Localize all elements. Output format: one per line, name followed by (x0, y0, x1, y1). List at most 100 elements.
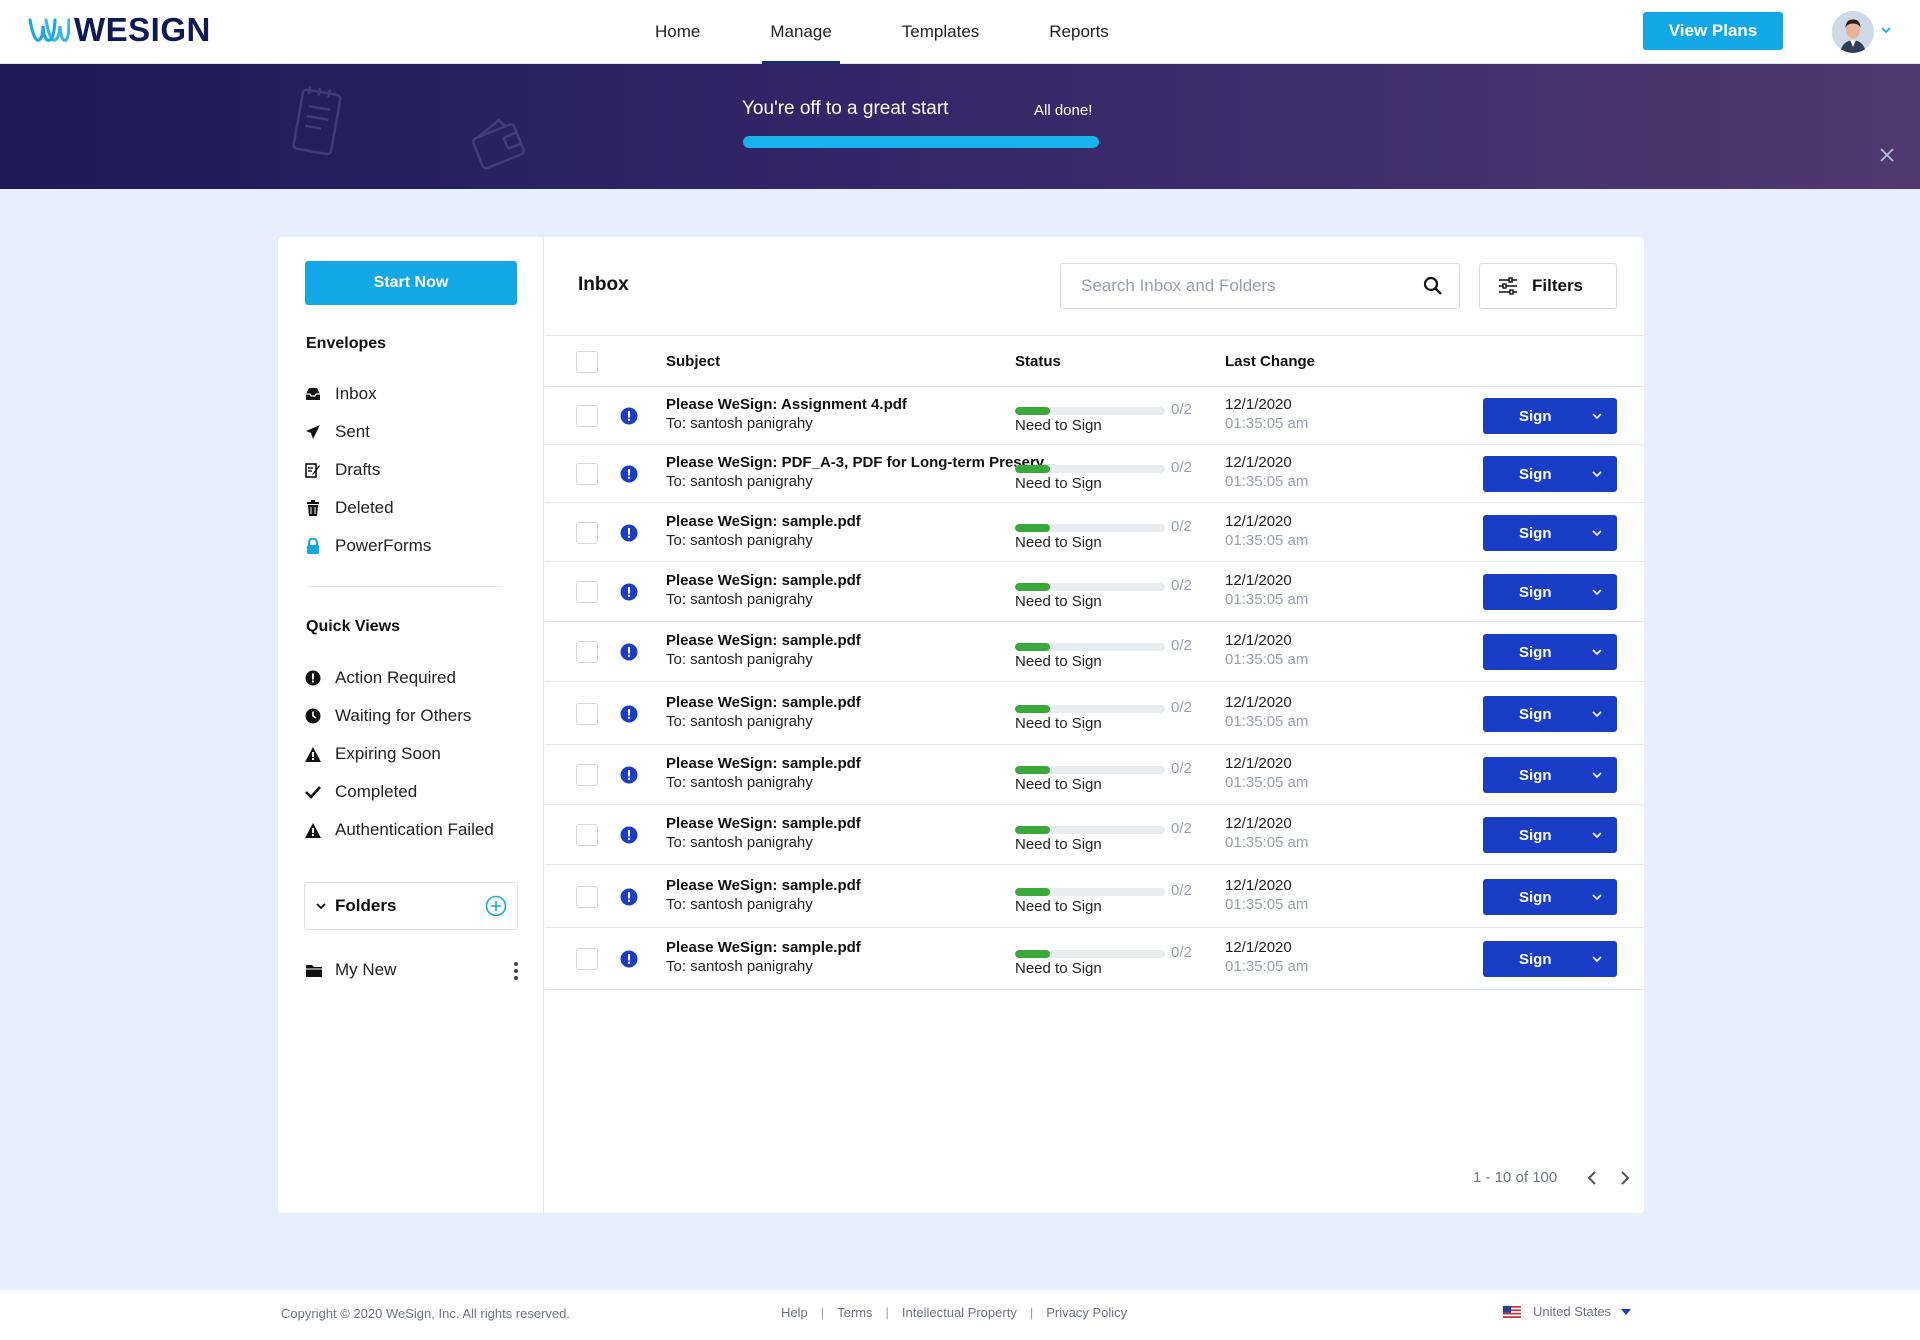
column-header-last-change[interactable]: Last Change (1225, 353, 1315, 370)
table-row[interactable]: Please WeSign: sample.pdf To: santosh pan… (545, 745, 1644, 805)
more-options-icon[interactable] (513, 961, 519, 981)
row-checkbox[interactable] (576, 641, 598, 663)
row-checkbox[interactable] (576, 581, 598, 603)
footer-link-help[interactable]: Help (781, 1305, 808, 1320)
footer-link-intellectual-property[interactable]: Intellectual Property (902, 1305, 1017, 1320)
row-checkbox[interactable] (576, 703, 598, 725)
quick-view-action-required[interactable]: Action Required (305, 659, 525, 697)
envelope-subject[interactable]: Please WeSign: sample.pdf (666, 939, 861, 956)
chevron-left-icon[interactable] (1583, 1168, 1603, 1188)
sign-button[interactable]: Sign (1483, 634, 1617, 670)
user-avatar[interactable] (1832, 11, 1874, 53)
envelope-subject[interactable]: Please WeSign: Assignment 4.pdf (666, 396, 907, 413)
sidebar-item-deleted[interactable]: Deleted (305, 489, 525, 527)
chevron-down-icon[interactable] (1591, 468, 1603, 480)
quick-view-completed[interactable]: Completed (305, 773, 525, 811)
chevron-down-icon[interactable] (315, 900, 327, 912)
folders-header[interactable]: Folders (304, 882, 518, 930)
sign-button[interactable]: Sign (1483, 398, 1617, 434)
sidebar-item-sent[interactable]: Sent (305, 413, 525, 451)
row-checkbox[interactable] (576, 463, 598, 485)
add-folder-icon[interactable] (485, 895, 507, 917)
row-checkbox[interactable] (576, 522, 598, 544)
sidebar-item-powerforms[interactable]: PowerForms (305, 527, 525, 565)
quick-view-waiting-for-others[interactable]: Waiting for Others (305, 697, 525, 735)
folder-item-my-new[interactable]: My New (305, 953, 518, 987)
table-row[interactable]: Please WeSign: sample.pdf To: santosh pan… (545, 622, 1644, 682)
row-checkbox[interactable] (576, 948, 598, 970)
envelope-subject[interactable]: Please WeSign: sample.pdf (666, 632, 861, 649)
table-row[interactable]: Please WeSign: sample.pdf To: santosh pan… (545, 928, 1644, 990)
row-checkbox[interactable] (576, 405, 598, 427)
sign-button[interactable]: Sign (1483, 574, 1617, 610)
nav-manage[interactable]: Manage (735, 0, 866, 64)
footer-link-terms[interactable]: Terms (837, 1305, 872, 1320)
table-row[interactable]: Please WeSign: sample.pdf To: santosh pan… (545, 503, 1644, 562)
quick-view-label: Action Required (335, 668, 456, 687)
chevron-down-icon[interactable] (1591, 586, 1603, 598)
chevron-down-icon[interactable] (1878, 22, 1894, 38)
sign-button[interactable]: Sign (1483, 515, 1617, 551)
chevron-down-icon[interactable] (1591, 527, 1603, 539)
quick-view-label: Waiting for Others (335, 706, 472, 725)
envelope-subject[interactable]: Please WeSign: sample.pdf (666, 694, 861, 711)
nav-home[interactable]: Home (620, 0, 735, 64)
nav-reports[interactable]: Reports (1014, 0, 1144, 64)
chevron-down-icon[interactable] (1591, 708, 1603, 720)
envelope-subject[interactable]: Please WeSign: sample.pdf (666, 572, 861, 589)
column-header-subject[interactable]: Subject (666, 353, 720, 370)
quick-view-expiring-soon[interactable]: Expiring Soon (305, 735, 525, 773)
sign-button[interactable]: Sign (1483, 696, 1617, 732)
envelope-subject[interactable]: Please WeSign: sample.pdf (666, 513, 861, 530)
envelope-subject[interactable]: Please WeSign: sample.pdf (666, 755, 861, 772)
envelope-subject[interactable]: Please WeSign: sample.pdf (666, 877, 861, 894)
close-icon[interactable] (1876, 144, 1898, 166)
chevron-down-icon[interactable] (1591, 891, 1603, 903)
row-checkbox[interactable] (576, 824, 598, 846)
exclamation-circle-icon (620, 407, 638, 425)
start-now-button[interactable]: Start Now (305, 261, 517, 305)
table-row[interactable]: Please WeSign: sample.pdf To: santosh pan… (545, 562, 1644, 622)
sign-button[interactable]: Sign (1483, 941, 1617, 977)
column-header-status[interactable]: Status (1015, 353, 1061, 370)
sign-button[interactable]: Sign (1483, 817, 1617, 853)
table-row[interactable]: Please WeSign: PDF_A-3, PDF for Long-ter… (545, 445, 1644, 503)
envelope-subject[interactable]: Please WeSign: sample.pdf (666, 815, 861, 832)
view-plans-button[interactable]: View Plans (1643, 12, 1783, 50)
last-change-date: 12/1/2020 (1225, 396, 1292, 413)
nav-templates[interactable]: Templates (867, 0, 1014, 64)
sidebar-item-drafts[interactable]: Drafts (305, 451, 525, 489)
sign-button[interactable]: Sign (1483, 456, 1617, 492)
wesign-logo[interactable]: WESIGN (28, 11, 211, 48)
chevron-down-icon[interactable] (1591, 410, 1603, 422)
checkmark-icon (305, 784, 321, 800)
chevron-right-icon[interactable] (1614, 1168, 1634, 1188)
sign-button[interactable]: Sign (1483, 879, 1617, 915)
search-input[interactable] (1081, 276, 1423, 296)
sidebar-item-inbox[interactable]: Inbox (305, 375, 525, 413)
chevron-down-icon[interactable] (1591, 769, 1603, 781)
quick-view-label: Completed (335, 782, 418, 801)
filters-button[interactable]: Filters (1479, 263, 1617, 309)
sign-button[interactable]: Sign (1483, 757, 1617, 793)
row-checkbox[interactable] (576, 764, 598, 786)
pagination: 1 - 10 of 100 (545, 1164, 1644, 1194)
locale-selector[interactable]: United States (1503, 1304, 1632, 1319)
last-change-time: 01:35:05 am (1225, 651, 1309, 668)
envelope-subject[interactable]: Please WeSign: PDF_A-3, PDF for Long-ter… (666, 454, 1056, 471)
table-row[interactable]: Please WeSign: sample.pdf To: santosh pan… (545, 805, 1644, 865)
sliders-icon (1499, 277, 1517, 295)
chevron-down-icon[interactable] (1591, 953, 1603, 965)
chevron-down-icon[interactable] (1591, 646, 1603, 658)
select-all-checkbox[interactable] (576, 351, 598, 373)
quick-view-authentication-failed[interactable]: Authentication Failed (305, 811, 525, 849)
chevron-down-icon[interactable] (1591, 829, 1603, 841)
search-box[interactable] (1060, 263, 1460, 309)
table-row[interactable]: Please WeSign: Assignment 4.pdf To: santo… (545, 387, 1644, 445)
sign-button-label: Sign (1519, 524, 1552, 542)
table-row[interactable]: Please WeSign: sample.pdf To: santosh pan… (545, 865, 1644, 928)
row-checkbox[interactable] (576, 886, 598, 908)
table-row[interactable]: Please WeSign: sample.pdf To: santosh pan… (545, 682, 1644, 745)
search-icon[interactable] (1423, 276, 1443, 296)
footer-link-privacy-policy[interactable]: Privacy Policy (1046, 1305, 1127, 1320)
